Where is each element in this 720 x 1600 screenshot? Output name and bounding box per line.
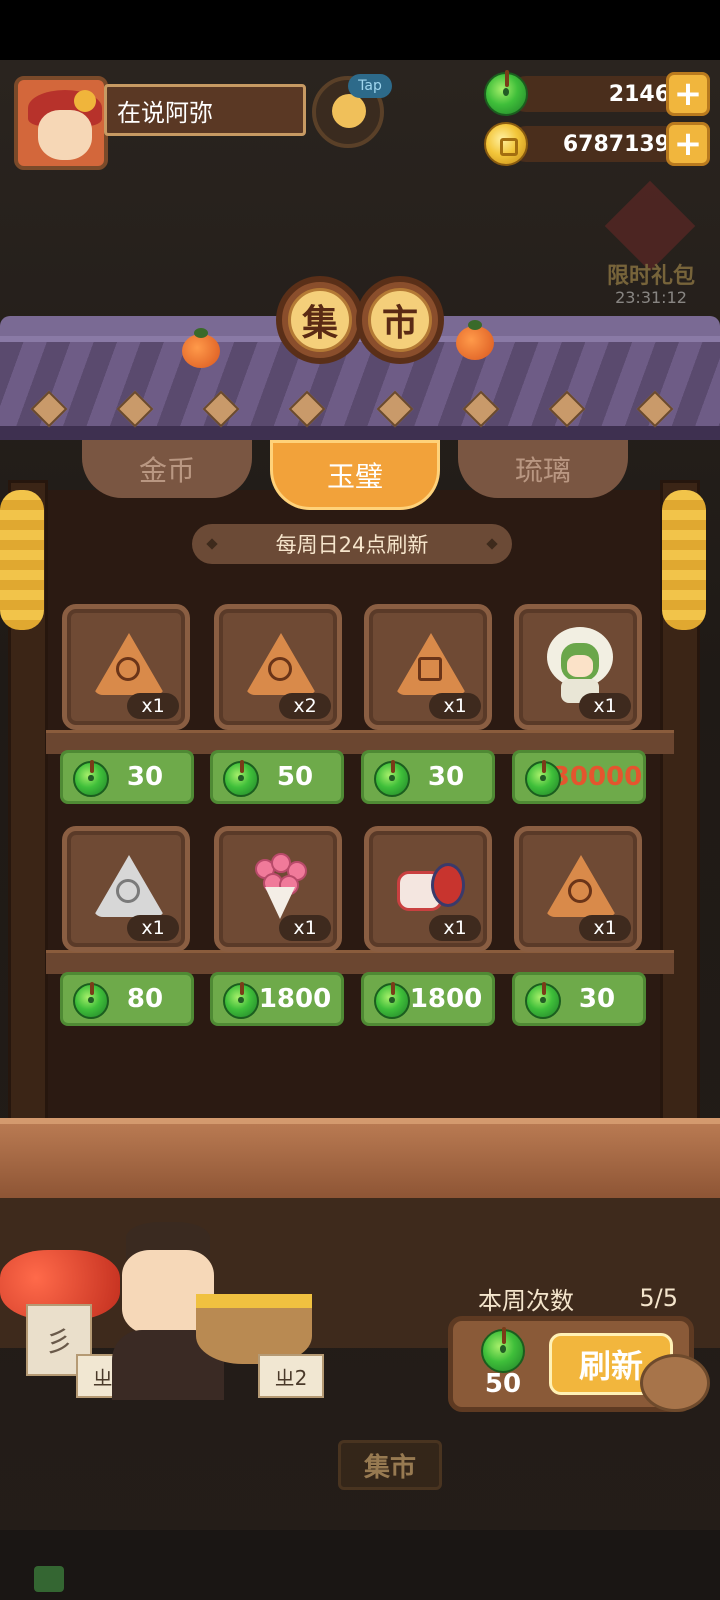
- market-bottom-sign: 集市: [338, 1440, 442, 1490]
- price-label: 50: [276, 762, 314, 792]
- orange-mooncake-icon: [543, 849, 617, 919]
- jade-icon: [223, 759, 259, 797]
- jade-icon: [484, 70, 528, 116]
- item-quantity: x1: [579, 915, 631, 941]
- roof-edge: [0, 426, 720, 440]
- shop-item-5[interactable]: x1: [62, 826, 190, 952]
- jade-icon: [374, 759, 410, 797]
- bouquet-icon: [243, 849, 317, 919]
- buy-button-item-1[interactable]: 30: [60, 750, 194, 804]
- buy-button-item-7[interactable]: 1800: [361, 972, 495, 1026]
- stall-roof: [0, 336, 720, 436]
- item-quantity: x1: [579, 693, 631, 719]
- jade-icon: [525, 981, 561, 1019]
- tab-jade[interactable]: 玉璧: [270, 440, 440, 510]
- price-label: 1800: [409, 984, 483, 1014]
- buy-button-item-6[interactable]: 1800: [210, 972, 344, 1026]
- goods-price-tag: ㄓ2: [258, 1354, 324, 1398]
- gift-sign-timer: 23:31:12: [615, 288, 687, 307]
- shop-item-2[interactable]: x2: [214, 604, 342, 730]
- price-label: 30: [126, 762, 164, 792]
- persimmon-icon: [182, 328, 220, 368]
- shop-item-7[interactable]: x1: [364, 826, 492, 952]
- bottom-bar: [0, 1530, 720, 1600]
- item-quantity: x2: [279, 693, 331, 719]
- stall-counter: [0, 1118, 720, 1198]
- jade-icon: [481, 1327, 525, 1373]
- orange-mooncake-icon: [91, 627, 165, 697]
- market-title-char-2: 市: [368, 288, 432, 352]
- shop-item-4[interactable]: x1: [514, 604, 642, 730]
- shop-item-3[interactable]: x1: [364, 604, 492, 730]
- price-label: 80: [126, 984, 164, 1014]
- price-label: 30: [427, 762, 465, 792]
- item-quantity: x1: [127, 915, 179, 941]
- weekly-refresh-note: 每周日24点刷新: [192, 524, 512, 564]
- tap-label: Tap: [348, 74, 392, 98]
- white-mooncake-icon: [91, 849, 165, 919]
- shop-item-1[interactable]: x1: [62, 604, 190, 730]
- coin-icon: [484, 122, 528, 166]
- doll-icon: [543, 627, 617, 703]
- buy-button-item-4[interactable]: 30000: [512, 750, 646, 804]
- limited-gift-sign: 限时礼包 23:31:12: [596, 180, 706, 314]
- coin-currency: 6787139 +: [484, 122, 710, 166]
- orange-mooncake-icon: [243, 627, 317, 697]
- item-quantity: x1: [429, 915, 481, 941]
- weekly-count-label: 本周次数: [478, 1286, 574, 1315]
- market-title-disc-2: 市: [356, 276, 444, 364]
- coin-amount: 6787139: [508, 126, 686, 162]
- market-title-char-1: 集: [288, 288, 352, 352]
- weekly-count-value: 5/5: [639, 1284, 678, 1312]
- refresh-cost: 50: [484, 1369, 522, 1399]
- orange-mooncake-icon: [393, 627, 467, 697]
- persimmon-icon: [456, 320, 494, 360]
- hanging-corn-left: [0, 490, 44, 630]
- price-label: 30000: [551, 762, 643, 792]
- jade-icon: [525, 759, 561, 797]
- shop-item-6[interactable]: x1: [214, 826, 342, 952]
- chick-icon: [332, 94, 366, 128]
- porcelain-jar-icon: [393, 849, 467, 919]
- cat-mascot-icon: [640, 1354, 710, 1412]
- jade-icon: [73, 981, 109, 1019]
- tab-glaze[interactable]: 琉璃: [458, 440, 628, 498]
- jade-currency: 2146 +: [484, 70, 710, 116]
- weekly-count-row: 本周次数 5/5: [478, 1280, 678, 1316]
- price-label: 1800: [258, 984, 332, 1014]
- status-bar: [0, 0, 720, 60]
- player-avatar[interactable]: [14, 76, 108, 170]
- jade-icon: [223, 981, 259, 1019]
- tab-gold-coins[interactable]: 金币: [82, 440, 252, 498]
- player-name: 在说阿弥: [104, 84, 306, 136]
- item-quantity: x1: [429, 693, 481, 719]
- shelf-row-2: [46, 950, 674, 974]
- jade-icon: [374, 981, 410, 1019]
- item-quantity: x1: [279, 915, 331, 941]
- gift-sign-title: 限时礼包: [606, 264, 695, 289]
- buy-button-item-2[interactable]: 50: [210, 750, 344, 804]
- add-coin-button[interactable]: +: [666, 122, 710, 166]
- item-quantity: x1: [127, 693, 179, 719]
- price-label: 30: [578, 984, 616, 1014]
- add-jade-button[interactable]: +: [666, 72, 710, 116]
- buy-button-item-3[interactable]: 30: [361, 750, 495, 804]
- market-title-disc-1: 集: [276, 276, 364, 364]
- buy-button-item-8[interactable]: 30: [512, 972, 646, 1026]
- indicator-light: [34, 1566, 64, 1592]
- jade-amount: 2146: [508, 76, 686, 112]
- shop-item-8[interactable]: x1: [514, 826, 642, 952]
- jade-icon: [73, 759, 109, 797]
- hanging-corn-right: [662, 490, 706, 630]
- buy-button-item-5[interactable]: 80: [60, 972, 194, 1026]
